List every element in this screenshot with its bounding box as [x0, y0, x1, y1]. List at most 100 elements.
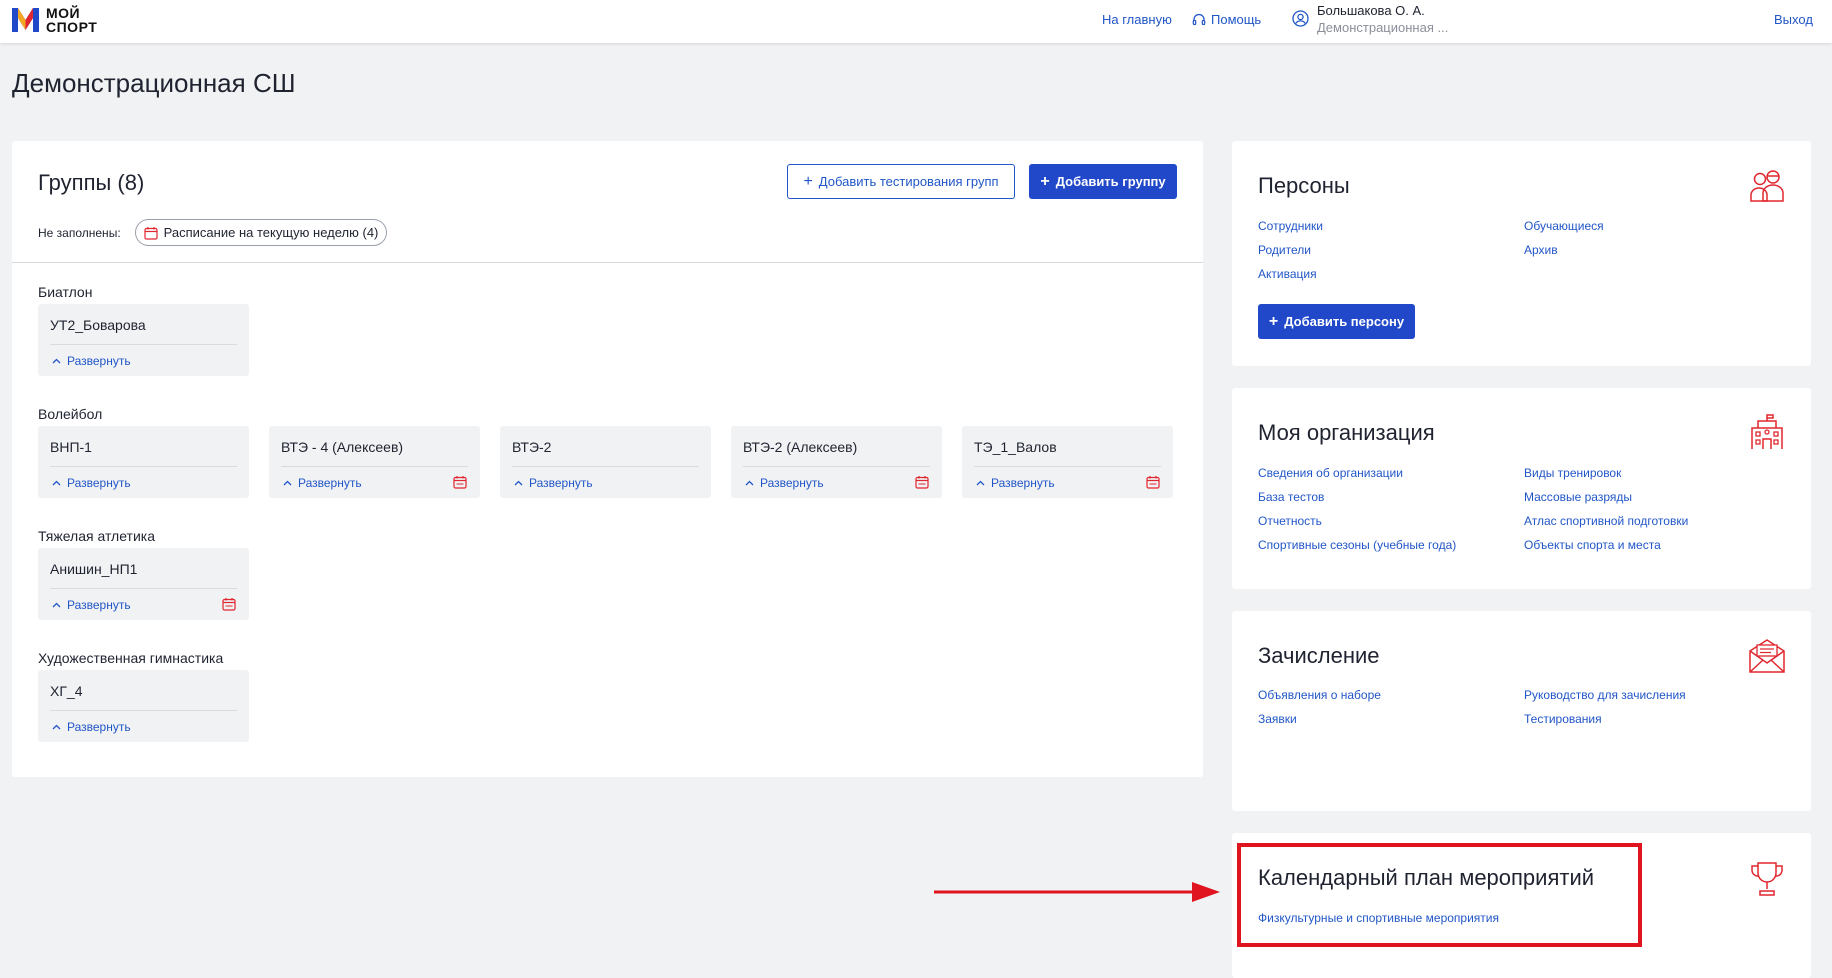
link-atlas[interactable]: Атлас спортивной подготовки: [1524, 514, 1688, 528]
expand-label: Развернуть: [760, 476, 824, 490]
group-card[interactable]: ТЭ_1_Валов Развернуть: [962, 426, 1173, 498]
user-menu[interactable]: Большакова О. А. Демонстрационная ...: [1292, 2, 1448, 36]
unfilled-label: Не заполнены:: [38, 225, 121, 240]
divider: [974, 466, 1161, 467]
link-applications[interactable]: Заявки: [1258, 712, 1297, 726]
link-mass-ranks[interactable]: Массовые разряды: [1524, 490, 1632, 504]
unfilled-row: Не заполнены: Расписание на текущую неде…: [38, 219, 388, 246]
add-testing-label: Добавить тестирования групп: [818, 174, 999, 189]
expand-button[interactable]: Развернуть: [52, 720, 131, 734]
logo[interactable]: МОЙ СПОРТ: [11, 5, 97, 34]
divider: [743, 466, 930, 467]
expand-label: Развернуть: [67, 720, 131, 734]
plus-icon: +: [1040, 172, 1050, 190]
expand-button[interactable]: Развернуть: [52, 476, 131, 490]
add-group-button[interactable]: + Добавить группу: [1029, 164, 1177, 199]
link-tests-base[interactable]: База тестов: [1258, 490, 1324, 504]
sport-title: Биатлон: [38, 284, 93, 300]
nav-exit-link[interactable]: Выход: [1774, 12, 1813, 27]
building-icon: [1751, 414, 1783, 449]
calendar-icon: [144, 226, 158, 240]
chevron-up-icon: [745, 480, 754, 486]
annotation-arrow: [934, 882, 1220, 902]
add-person-button[interactable]: + Добавить персону: [1258, 304, 1415, 339]
logo-text-line2: СПОРТ: [46, 18, 98, 35]
user-name: Большакова О. А.: [1317, 3, 1425, 18]
expand-button[interactable]: Развернуть: [976, 476, 1055, 490]
link-archive[interactable]: Архив: [1524, 243, 1558, 257]
annotation-highlight-box: [1237, 843, 1642, 947]
calendar-icon[interactable]: [915, 475, 929, 494]
chevron-up-icon: [52, 358, 61, 364]
group-card[interactable]: УТ2_Боварова Развернуть: [38, 304, 249, 376]
organization-card: Моя организация Сведения об организации …: [1232, 388, 1811, 589]
expand-label: Развернуть: [529, 476, 593, 490]
chevron-up-icon: [514, 480, 523, 486]
chevron-up-icon: [52, 724, 61, 730]
chevron-up-icon: [283, 480, 292, 486]
page-title: Демонстрационная СШ: [12, 68, 296, 98]
nav-help-label: Помощь: [1211, 12, 1262, 27]
group-card[interactable]: ВТЭ-2 Развернуть: [500, 426, 711, 498]
expand-label: Развернуть: [298, 476, 362, 490]
enrollment-title: Зачисление: [1258, 643, 1380, 668]
envelope-icon: [1749, 639, 1785, 673]
divider: [281, 466, 468, 467]
expand-label: Развернуть: [991, 476, 1055, 490]
chevron-up-icon: [52, 480, 61, 486]
link-employees[interactable]: Сотрудники: [1258, 219, 1323, 233]
sport-title: Художественная гимнастика: [38, 650, 224, 666]
divider: [50, 466, 237, 467]
organization-title: Моя организация: [1258, 420, 1435, 445]
calendar-icon[interactable]: [453, 475, 467, 494]
group-card[interactable]: ХГ_4 Развернуть: [38, 670, 249, 742]
link-activation[interactable]: Активация: [1258, 267, 1317, 281]
group-name: ТЭ_1_Валов: [974, 439, 1057, 455]
chevron-up-icon: [976, 480, 985, 486]
expand-label: Развернуть: [67, 598, 131, 612]
group-card[interactable]: ВТЭ - 4 (Алексеев) Развернуть: [269, 426, 480, 498]
link-sport-objects[interactable]: Объекты спорта и места: [1524, 538, 1661, 552]
calendar-icon[interactable]: [1146, 475, 1160, 494]
sport-title: Тяжелая атлетика: [38, 528, 155, 544]
group-name: УТ2_Боварова: [50, 317, 146, 333]
user-org: Демонстрационная ...: [1317, 20, 1449, 35]
link-announcements[interactable]: Объявления о наборе: [1258, 688, 1381, 702]
link-students[interactable]: Обучающиеся: [1524, 219, 1604, 233]
plus-icon: +: [803, 172, 813, 190]
link-testings[interactable]: Тестирования: [1524, 712, 1602, 726]
link-parents[interactable]: Родители: [1258, 243, 1311, 257]
persons-card: Персоны Сотрудники Обучающиеся Родители …: [1232, 141, 1811, 366]
link-enroll-guide[interactable]: Руководство для зачисления: [1524, 688, 1686, 702]
sport-title: Волейбол: [38, 406, 103, 422]
group-card[interactable]: ВНП-1 Развернуть: [38, 426, 249, 498]
calendar-icon[interactable]: [222, 597, 236, 616]
expand-button[interactable]: Развернуть: [745, 476, 824, 490]
top-bar: МОЙ СПОРТ На главную Помощь Большакова О…: [0, 0, 1832, 43]
link-org-info[interactable]: Сведения об организации: [1258, 466, 1403, 480]
persons-title: Персоны: [1258, 173, 1350, 198]
group-name: Анишин_НП1: [50, 561, 138, 577]
add-testing-button[interactable]: + Добавить тестирования групп: [787, 164, 1015, 199]
groups-title: Группы (8): [38, 170, 145, 195]
expand-button[interactable]: Развернуть: [283, 476, 362, 490]
divider: [50, 588, 237, 589]
group-card[interactable]: ВТЭ-2 (Алексеев) Развернуть: [731, 426, 942, 498]
nav-help-link[interactable]: Помощь: [1192, 12, 1261, 27]
nav-home-link[interactable]: На главную: [1102, 12, 1172, 27]
expand-button[interactable]: Развернуть: [52, 598, 131, 612]
schedule-chip-label: Расписание на текущую неделю (4): [163, 225, 379, 240]
group-card[interactable]: Анишин_НП1 Развернуть: [38, 548, 249, 620]
enrollment-card: Зачисление Объявления о наборе Руководст…: [1232, 611, 1811, 811]
add-person-label: Добавить персону: [1284, 314, 1405, 329]
expand-button[interactable]: Развернуть: [52, 354, 131, 368]
link-reports[interactable]: Отчетность: [1258, 514, 1322, 528]
groups-panel: Группы (8) + Добавить тестирования групп…: [12, 141, 1203, 777]
link-sport-seasons[interactable]: Спортивные сезоны (учебные года): [1258, 538, 1456, 552]
logo-text-line1: МОЙ: [46, 4, 81, 21]
expand-label: Развернуть: [67, 354, 131, 368]
link-training-types[interactable]: Виды тренировок: [1524, 466, 1621, 480]
expand-button[interactable]: Развернуть: [514, 476, 593, 490]
schedule-chip[interactable]: Расписание на текущую неделю (4): [134, 219, 388, 246]
plus-icon: +: [1268, 312, 1279, 330]
